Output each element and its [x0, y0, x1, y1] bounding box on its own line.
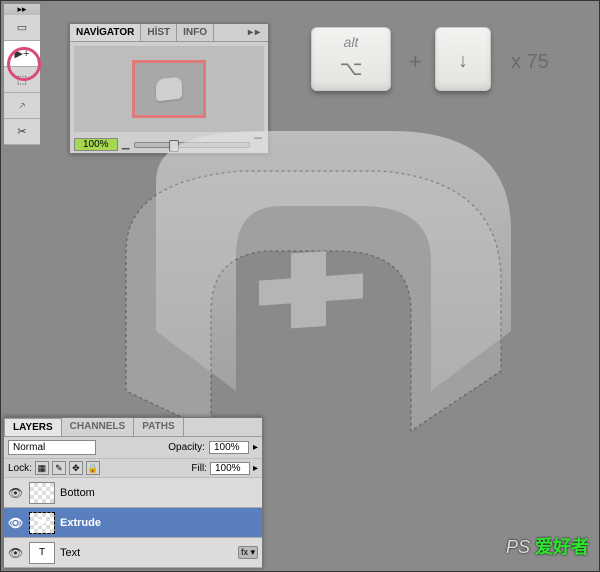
navigator-thumb-shape: [156, 77, 182, 102]
keycap-alt: alt ⌥: [311, 27, 391, 91]
tab-channels[interactable]: CHANNELS: [62, 418, 135, 436]
tab-navigator[interactable]: NAVİGATOR: [70, 24, 141, 41]
watermark-ahz: 爱好者: [535, 537, 589, 557]
layer-row-bottom[interactable]: 👁 Bottom: [4, 478, 262, 508]
panel-menu-icon[interactable]: ▸▸: [242, 24, 268, 41]
opacity-value[interactable]: 100%: [209, 441, 249, 454]
tool-crop[interactable]: ✂: [4, 119, 40, 145]
tool-lasso[interactable]: ⸕: [4, 93, 40, 119]
watermark-ps: PS: [506, 537, 530, 557]
navigator-viewport[interactable]: [74, 46, 264, 132]
keycap-down: ↓: [435, 27, 491, 91]
opacity-label: Opacity:: [168, 442, 205, 453]
document-canvas: [81, 121, 541, 461]
lock-pixels-icon[interactable]: ✎: [52, 461, 66, 475]
layer-thumb: [29, 482, 55, 504]
tab-layers[interactable]: LAYERS: [4, 418, 62, 436]
repeat-count: x 75: [511, 51, 549, 74]
fill-arrow-icon[interactable]: ▸: [253, 463, 258, 474]
plus-symbol: +: [409, 49, 422, 75]
lock-transparency-icon[interactable]: ▦: [35, 461, 49, 475]
tool-marquee[interactable]: ⬚: [4, 67, 40, 93]
layer-thumb-text-icon: T: [29, 542, 55, 564]
keycap-alt-label: alt: [344, 34, 359, 50]
option-icon: ⌥: [339, 56, 362, 81]
layer-name[interactable]: Text: [60, 547, 233, 559]
blend-mode-select[interactable]: Normal: [8, 440, 96, 455]
fill-value[interactable]: 100%: [210, 462, 250, 475]
fill-label: Fill:: [191, 463, 207, 474]
tab-paths[interactable]: PATHS: [134, 418, 183, 436]
layer-name[interactable]: Bottom: [60, 487, 258, 499]
tool-rectangle-select[interactable]: ▭: [4, 15, 40, 41]
visibility-eye-icon[interactable]: 👁: [8, 546, 24, 560]
layer-row-extrude[interactable]: 👁 ▶ Extrude: [4, 508, 262, 538]
layers-tabs: LAYERS CHANNELS PATHS: [4, 418, 262, 437]
layer-row-text[interactable]: 👁 T Text fx ▾: [4, 538, 262, 568]
arrow-down-icon: ↓: [458, 50, 468, 73]
opacity-arrow-icon[interactable]: ▸: [253, 442, 258, 453]
visibility-eye-icon[interactable]: 👁: [8, 516, 24, 530]
tab-info[interactable]: INFO: [177, 24, 214, 41]
visibility-eye-icon[interactable]: 👁: [8, 486, 24, 500]
extrude-shape: [81, 121, 541, 461]
navigator-tabs: NAVİGATOR HİST INFO ▸▸: [70, 24, 268, 42]
tools-palette: ▸▸ ▭ ▶+ ⬚ ⸕ ✂: [3, 3, 41, 146]
lock-all-icon[interactable]: 🔒: [86, 461, 100, 475]
lock-label: Lock:: [8, 463, 32, 474]
palette-expand-icon[interactable]: ▸▸: [4, 4, 40, 15]
lock-position-icon[interactable]: ✥: [69, 461, 83, 475]
inner-plus-shape: [259, 248, 363, 330]
navigator-proxy-box: [132, 60, 206, 118]
tab-history[interactable]: HİST: [141, 24, 177, 41]
layer-name[interactable]: Extrude: [60, 517, 258, 529]
watermark: PS 爱好者: [506, 533, 589, 559]
tool-move[interactable]: ▶+: [4, 41, 40, 67]
layer-fx-badge[interactable]: fx ▾: [238, 546, 258, 559]
layers-panel: LAYERS CHANNELS PATHS Normal Opacity: 10…: [3, 417, 263, 569]
layers-lock-row: Lock: ▦ ✎ ✥ 🔒 Fill: 100% ▸: [4, 458, 262, 478]
layer-thumb-selected: ▶: [29, 512, 55, 534]
layers-options-row: Normal Opacity: 100% ▸: [4, 437, 262, 458]
